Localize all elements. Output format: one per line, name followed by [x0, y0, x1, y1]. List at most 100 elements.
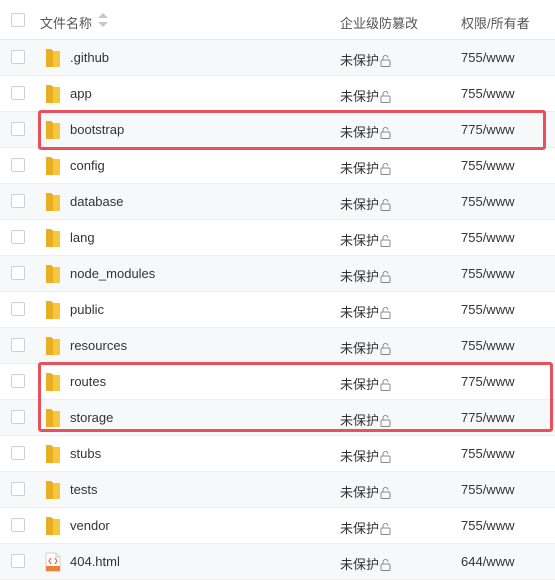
protection-status[interactable]: 未保护: [340, 122, 391, 141]
file-name[interactable]: storage: [70, 410, 113, 425]
lock-open-icon[interactable]: [380, 451, 391, 463]
table-header: 文件名称 企业级防篡改 权限/所有者: [0, 0, 555, 40]
row-checkbox[interactable]: [11, 266, 25, 280]
protection-status[interactable]: 未保护: [340, 194, 391, 213]
table-row[interactable]: lang 未保护 755/www: [0, 220, 555, 256]
permission-owner[interactable]: 755/www: [461, 86, 514, 101]
file-name[interactable]: vendor: [70, 518, 110, 533]
file-name[interactable]: app: [70, 86, 92, 101]
file-name[interactable]: lang: [70, 230, 95, 245]
header-protection[interactable]: 企业级防篡改: [340, 13, 418, 32]
protection-status[interactable]: 未保护: [340, 266, 391, 285]
row-checkbox[interactable]: [11, 86, 25, 100]
permission-owner[interactable]: 775/www: [461, 410, 514, 425]
file-name[interactable]: routes: [70, 374, 106, 389]
file-name[interactable]: 404.html: [70, 554, 120, 569]
row-checkbox[interactable]: [11, 410, 25, 424]
protection-status[interactable]: 未保护: [340, 446, 391, 465]
lock-open-icon[interactable]: [380, 199, 391, 211]
row-checkbox[interactable]: [11, 302, 25, 316]
file-name[interactable]: database: [70, 194, 124, 209]
file-name[interactable]: config: [70, 158, 105, 173]
header-permission[interactable]: 权限/所有者: [461, 13, 530, 32]
permission-owner[interactable]: 755/www: [461, 158, 514, 173]
table-row[interactable]: stubs 未保护 755/www: [0, 436, 555, 472]
permission-owner[interactable]: 755/www: [461, 482, 514, 497]
row-checkbox[interactable]: [11, 230, 25, 244]
protection-status[interactable]: 未保护: [340, 338, 391, 357]
protection-status[interactable]: 未保护: [340, 230, 391, 249]
lock-open-icon[interactable]: [380, 271, 391, 283]
lock-open-icon[interactable]: [380, 415, 391, 427]
protection-status[interactable]: 未保护: [340, 158, 391, 177]
file-name[interactable]: public: [70, 302, 104, 317]
protection-status[interactable]: 未保护: [340, 50, 391, 69]
sort-arrows-icon[interactable]: [98, 13, 108, 27]
permission-owner[interactable]: 755/www: [461, 446, 514, 461]
table-row[interactable]: app 未保护 755/www: [0, 76, 555, 112]
row-checkbox[interactable]: [11, 158, 25, 172]
row-checkbox[interactable]: [11, 374, 25, 388]
file-name[interactable]: .github: [70, 50, 109, 65]
table-row[interactable]: database 未保护 755/www: [0, 184, 555, 220]
permission-owner[interactable]: 755/www: [461, 338, 514, 353]
table-row[interactable]: 404.html 未保护 644/www: [0, 544, 555, 580]
protection-text: 未保护: [340, 557, 380, 572]
file-name[interactable]: stubs: [70, 446, 101, 461]
table-row[interactable]: storage 未保护 775/www: [0, 400, 555, 436]
protection-status[interactable]: 未保护: [340, 86, 391, 105]
row-checkbox[interactable]: [11, 122, 25, 136]
protection-status[interactable]: 未保护: [340, 518, 391, 537]
table-row[interactable]: public 未保护 755/www: [0, 292, 555, 328]
lock-open-icon[interactable]: [380, 487, 391, 499]
permission-owner[interactable]: 755/www: [461, 266, 514, 281]
row-checkbox[interactable]: [11, 446, 25, 460]
row-checkbox[interactable]: [11, 482, 25, 496]
protection-status[interactable]: 未保护: [340, 482, 391, 501]
lock-open-icon[interactable]: [380, 523, 391, 535]
table-row[interactable]: tests 未保护 755/www: [0, 472, 555, 508]
file-name[interactable]: bootstrap: [70, 122, 124, 137]
table-row[interactable]: routes 未保护 775/www: [0, 364, 555, 400]
permission-owner[interactable]: 775/www: [461, 374, 514, 389]
file-name[interactable]: resources: [70, 338, 127, 353]
lock-open-icon[interactable]: [380, 559, 391, 571]
lock-open-icon[interactable]: [380, 235, 391, 247]
table-row[interactable]: config 未保护 755/www: [0, 148, 555, 184]
row-checkbox[interactable]: [11, 518, 25, 532]
table-row[interactable]: bootstrap 未保护 775/www: [0, 112, 555, 148]
file-name[interactable]: node_modules: [70, 266, 155, 281]
lock-open-icon[interactable]: [380, 343, 391, 355]
select-all-checkbox[interactable]: [11, 13, 25, 27]
permission-owner[interactable]: 755/www: [461, 50, 514, 65]
table-row[interactable]: vendor 未保护 755/www: [0, 508, 555, 544]
protection-status[interactable]: 未保护: [340, 374, 391, 393]
folder-icon: [46, 337, 60, 355]
permission-owner[interactable]: 755/www: [461, 230, 514, 245]
file-name[interactable]: tests: [70, 482, 97, 497]
protection-status[interactable]: 未保护: [340, 410, 391, 429]
lock-open-icon[interactable]: [380, 91, 391, 103]
table-row[interactable]: .github 未保护 755/www: [0, 40, 555, 76]
row-checkbox[interactable]: [11, 50, 25, 64]
table-row[interactable]: node_modules 未保护 755/www: [0, 256, 555, 292]
row-checkbox[interactable]: [11, 194, 25, 208]
lock-open-icon[interactable]: [380, 379, 391, 391]
lock-open-icon[interactable]: [380, 163, 391, 175]
lock-open-icon[interactable]: [380, 55, 391, 67]
protection-status[interactable]: 未保护: [340, 302, 391, 321]
protection-status[interactable]: 未保护: [340, 554, 391, 573]
header-file-name[interactable]: 文件名称: [40, 13, 92, 32]
permission-owner[interactable]: 755/www: [461, 194, 514, 209]
protection-text: 未保护: [340, 413, 380, 428]
permission-owner[interactable]: 775/www: [461, 122, 514, 137]
protection-text: 未保护: [340, 233, 380, 248]
permission-owner[interactable]: 644/www: [461, 554, 514, 569]
permission-owner[interactable]: 755/www: [461, 518, 514, 533]
table-row[interactable]: resources 未保护 755/www: [0, 328, 555, 364]
permission-owner[interactable]: 755/www: [461, 302, 514, 317]
lock-open-icon[interactable]: [380, 127, 391, 139]
lock-open-icon[interactable]: [380, 307, 391, 319]
row-checkbox[interactable]: [11, 554, 25, 568]
row-checkbox[interactable]: [11, 338, 25, 352]
